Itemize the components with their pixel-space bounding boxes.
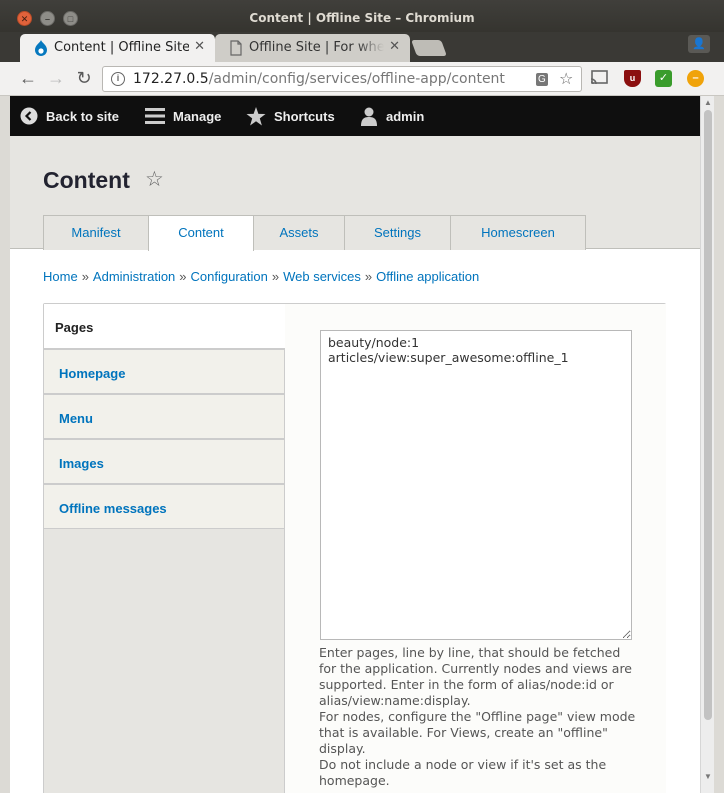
browser-tab-offline-site[interactable]: Offline Site | For when ✕	[215, 34, 410, 62]
admin-toolbar: Back to site Manage Shortcuts admin	[10, 96, 700, 136]
page-title: Content	[43, 167, 130, 193]
address-bar[interactable]: i 172.27.0.5/admin/config/services/offli…	[102, 66, 582, 92]
page-content: Content ☆ Manifest Content Assets Settin…	[10, 136, 700, 793]
scroll-down-arrow-icon[interactable]: ▼	[704, 772, 712, 781]
drupal-favicon-icon	[35, 40, 47, 56]
shortcuts-menu[interactable]: Shortcuts	[246, 96, 335, 136]
browser-toolbar: ← → ↻ i 172.27.0.5/admin/config/services…	[0, 62, 724, 96]
browser-tab-label: Offline Site | For when	[249, 40, 384, 55]
page-header: Content ☆ Manifest Content Assets Settin…	[10, 136, 700, 251]
close-tab-icon[interactable]: ✕	[389, 39, 400, 54]
reload-icon[interactable]: ↻	[74, 68, 94, 88]
ublock-icon[interactable]: u	[624, 70, 641, 87]
breadcrumb-offline-application[interactable]: Offline application	[376, 269, 479, 284]
vertical-tabs: Pages Homepage Menu Images Offline messa…	[43, 303, 666, 793]
manage-menu[interactable]: Manage	[145, 96, 221, 136]
close-tab-icon[interactable]: ✕	[194, 39, 205, 54]
back-arrow-icon[interactable]: ←	[18, 68, 38, 88]
browser-tab-label: Content | Offline Site	[54, 40, 189, 55]
vertical-tab-menu[interactable]: Menu	[44, 394, 284, 439]
vertical-tab-homepage[interactable]: Homepage	[44, 349, 284, 394]
star-icon	[246, 106, 266, 125]
breadcrumb-administration[interactable]: Administration	[93, 269, 175, 284]
scroll-up-arrow-icon[interactable]: ▲	[704, 98, 712, 107]
window-title: Content | Offline Site – Chromium	[249, 11, 475, 25]
bookmark-star-icon[interactable]: ☆	[559, 69, 573, 89]
breadcrumb-home[interactable]: Home	[43, 269, 78, 284]
tab-content[interactable]: Content	[148, 215, 254, 251]
breadcrumb: Home» Administration» Configuration» Web se…	[43, 269, 479, 284]
user-label: admin	[386, 108, 425, 124]
pages-description: Enter pages, line by line, that should b…	[319, 645, 637, 789]
vertical-tab-offline-messages[interactable]: Offline messages	[44, 484, 284, 529]
forward-arrow-icon[interactable]: →	[46, 68, 66, 88]
description-line: For nodes, configure the "Offline page" …	[319, 709, 636, 756]
shortcuts-label: Shortcuts	[274, 108, 335, 124]
tab-manifest[interactable]: Manifest	[43, 215, 149, 250]
vertical-tab-pane: beauty/node:1 articles/view:super_awesom…	[286, 304, 666, 793]
back-to-site-link[interactable]: Back to site	[20, 96, 119, 136]
breadcrumb-separator: »	[271, 269, 280, 284]
tab-settings[interactable]: Settings	[344, 215, 451, 250]
tab-homescreen[interactable]: Homescreen	[450, 215, 586, 250]
breadcrumb-configuration[interactable]: Configuration	[191, 269, 268, 284]
translate-icon[interactable]: G	[536, 73, 548, 86]
url-host: 172.27.0.5	[133, 71, 209, 87]
breadcrumb-web-services[interactable]: Web services	[283, 269, 361, 284]
breadcrumb-separator: »	[81, 269, 89, 284]
pages-textarea[interactable]: beauty/node:1 articles/view:super_awesom…	[320, 330, 632, 640]
vertical-tab-images[interactable]: Images	[44, 439, 284, 484]
breadcrumb-separator: »	[364, 269, 373, 284]
add-shortcut-star-icon[interactable]: ☆	[145, 167, 164, 192]
breadcrumb-separator: »	[179, 269, 187, 284]
tab-strip: Content | Offline Site ✕ Offline Site | …	[0, 32, 724, 62]
user-menu[interactable]: admin	[360, 96, 424, 136]
vertical-tabs-menu: Pages Homepage Menu Images Offline messa…	[44, 304, 285, 793]
checkmark-extension-icon[interactable]: ✓	[655, 70, 672, 87]
address-url[interactable]: 172.27.0.5/admin/config/services/offline…	[133, 71, 505, 87]
description-line: Do not include a node or view if it's se…	[319, 757, 607, 788]
profile-icon[interactable]: 👤	[688, 35, 710, 53]
new-tab-button[interactable]	[411, 40, 447, 56]
back-circle-icon	[20, 107, 38, 125]
minus-extension-icon[interactable]: –	[687, 70, 704, 87]
vertical-tab-pages[interactable]: Pages	[44, 304, 285, 349]
browser-window: ✕ – □ Content | Offline Site – Chromium …	[0, 0, 724, 793]
user-icon	[361, 107, 377, 126]
page-scrollbar[interactable]: ▲ ▼	[700, 96, 714, 793]
site-info-icon[interactable]: i	[111, 72, 125, 86]
tab-assets[interactable]: Assets	[253, 215, 345, 250]
page-favicon-icon	[230, 40, 242, 56]
scroll-thumb[interactable]	[704, 110, 712, 720]
browser-tab-content[interactable]: Content | Offline Site ✕	[20, 34, 215, 62]
url-path: /admin/config/services/offline-app/conte…	[208, 71, 505, 87]
title-bar: ✕ – □ Content | Offline Site – Chromium	[0, 0, 724, 32]
description-line: Enter pages, line by line, that should b…	[319, 645, 632, 708]
cast-icon[interactable]	[590, 70, 609, 87]
manage-label: Manage	[173, 108, 222, 124]
back-to-site-label: Back to site	[46, 108, 119, 124]
hamburger-icon	[145, 108, 165, 124]
